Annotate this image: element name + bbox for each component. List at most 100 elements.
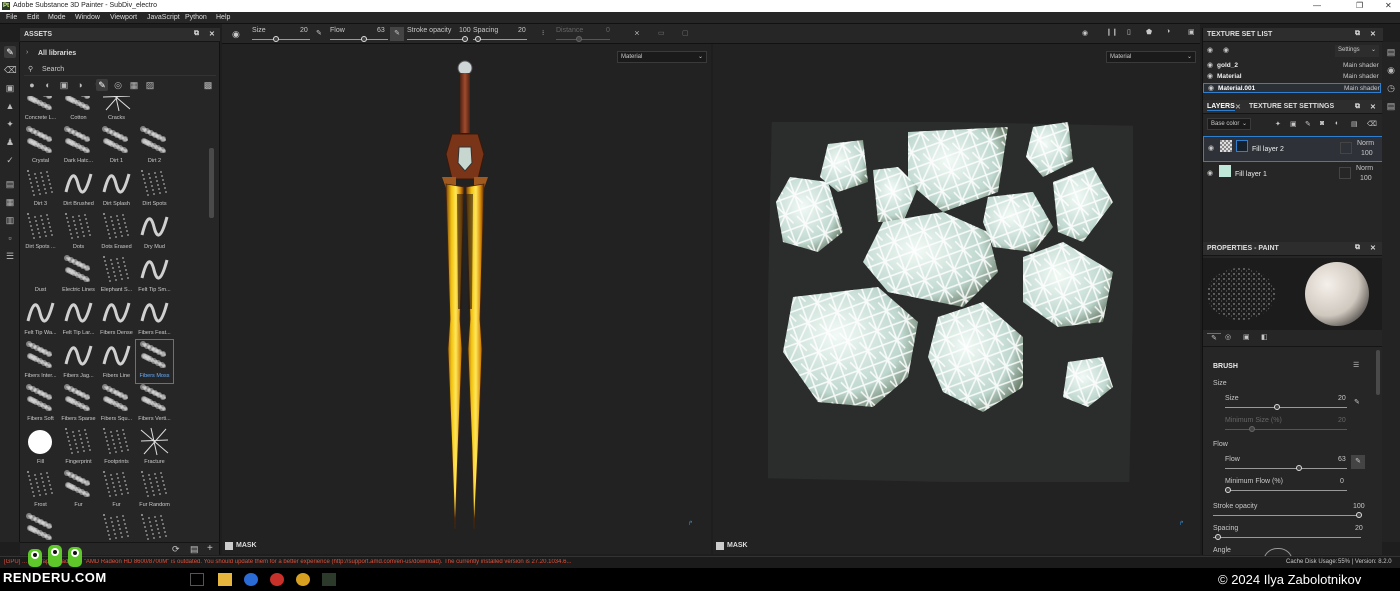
size-slider[interactable] <box>1225 407 1347 408</box>
layer-icon-slot[interactable] <box>1339 167 1351 179</box>
asset-item[interactable]: Electric Lines <box>60 254 97 297</box>
texture-set-row[interactable]: ◉ Material Main shader <box>1203 72 1381 82</box>
menu-python[interactable]: Python <box>185 14 207 21</box>
camera-mode-icon[interactable]: ⬟ <box>1146 28 1152 36</box>
symmetry-axis-icon[interactable]: ⨯ <box>634 29 640 37</box>
add-folder-icon[interactable]: ▤ <box>1351 120 1358 128</box>
asset-item[interactable]: Dirt 1 <box>98 125 135 168</box>
toolbar-stroke-knob[interactable] <box>462 36 468 42</box>
asset-item[interactable]: Fingerprint <box>60 426 97 469</box>
asset-item[interactable]: Fibers Squ... <box>98 383 135 426</box>
texture-set-row-selected[interactable]: ◉ Material.001 Main shader <box>1203 83 1381 93</box>
all-libraries[interactable]: All libraries <box>38 50 76 57</box>
assets-scrollbar[interactable] <box>209 148 214 218</box>
toolbar-flow-slider[interactable] <box>330 39 388 40</box>
asset-item[interactable]: Dots <box>60 211 97 254</box>
asset-item[interactable]: Fibers Feat... <box>136 297 173 340</box>
asset-item[interactable]: Crystal <box>22 125 59 168</box>
size-value[interactable]: 20 <box>1338 395 1346 402</box>
add-paint-layer-icon[interactable]: ✎ <box>1305 120 1311 128</box>
flow-pressure-icon[interactable]: ✎ <box>390 27 404 41</box>
float-panel-icon[interactable]: ⧉ <box>194 30 199 38</box>
search-input[interactable]: ⚲ Search <box>24 64 216 76</box>
shelf-icon[interactable]: ▤ <box>1385 46 1397 58</box>
texture-set-shader[interactable]: Main shader <box>1343 62 1379 69</box>
chevron-right-icon[interactable]: › <box>26 49 28 56</box>
add-icon[interactable]: + <box>207 543 213 554</box>
asset-item[interactable]: Dirt 2 <box>136 125 173 168</box>
toolbar-spacing-slider[interactable] <box>473 39 527 40</box>
asset-item[interactable]: Fibers Verti... <box>136 383 173 426</box>
polygon-fill-icon[interactable]: ▲ <box>4 100 16 112</box>
status-message[interactable]: [GPU] ... for graphics adapter "AMD Rade… <box>4 559 1264 565</box>
menu-edit[interactable]: Edit <box>27 14 39 21</box>
solo-icon[interactable]: ◉ <box>1223 46 1229 54</box>
float-panel-icon[interactable]: ⧉ <box>1355 103 1360 111</box>
close-panel-icon[interactable]: ✕ <box>209 30 215 38</box>
filter-particle-icon[interactable]: ◎ <box>112 79 124 91</box>
brush-preset-icon[interactable]: ☰ <box>1353 361 1359 369</box>
import-icon[interactable]: ▤ <box>190 544 199 555</box>
filter-brush-icon[interactable]: ✎ <box>96 79 108 91</box>
asset-item[interactable]: Fibers Line <box>98 340 135 383</box>
properties-scrollbar[interactable] <box>1376 350 1380 395</box>
asset-item[interactable]: Elephant S... <box>98 254 135 297</box>
asset-item[interactable]: Dirt Splash <box>98 168 135 211</box>
minimize-button[interactable]: — <box>1313 1 1321 10</box>
min-flow-knob[interactable] <box>1225 487 1231 493</box>
eye-icon[interactable]: ◉ <box>1208 144 1214 152</box>
layer-stack-icon[interactable]: ▤ <box>1385 100 1397 112</box>
toolbar-size-slider[interactable] <box>252 39 310 40</box>
asset-item[interactable]: Fibers Sparse <box>60 383 97 426</box>
yandex-icon[interactable] <box>270 573 284 586</box>
asset-item[interactable]: Footprints <box>98 426 135 469</box>
viewport-2d[interactable]: Material ⌄ ↱ MASK <box>713 44 1200 554</box>
float-panel-icon[interactable]: ⧉ <box>1355 30 1360 38</box>
layer-row-selected[interactable]: ◉ Fill layer 2 Norm 100 <box>1203 136 1383 162</box>
filter-environment-icon[interactable]: ▨ <box>144 79 156 91</box>
asset-item[interactable]: Fur <box>98 469 135 512</box>
task-view-icon[interactable] <box>190 573 204 586</box>
asset-item[interactable]: Dirt Brushed <box>60 168 97 211</box>
symmetry-icon[interactable]: ◉ <box>232 29 240 40</box>
min-flow-value[interactable]: 0 <box>1340 478 1344 485</box>
asset-item[interactable] <box>136 96 173 125</box>
mask-thumbnail[interactable] <box>1236 140 1248 152</box>
asset-item[interactable]: Fracture <box>136 426 173 469</box>
add-smart-material-icon[interactable]: ◐ <box>1335 120 1339 127</box>
viewport-3d-material-dropdown[interactable]: Material ⌄ <box>617 51 707 63</box>
flow-slider[interactable] <box>1225 468 1347 469</box>
toolbar-flow-value[interactable]: 63 <box>377 27 385 34</box>
asset-item[interactable] <box>136 512 173 542</box>
menu-mode[interactable]: Mode <box>48 14 66 21</box>
material-tab-icon[interactable]: ◎ <box>1225 333 1231 341</box>
asset-item[interactable]: Fibers Moss <box>135 339 174 384</box>
add-effect-icon[interactable]: ✦ <box>1275 120 1281 128</box>
spacing-value[interactable]: 20 <box>1355 525 1363 532</box>
visibility-icon[interactable]: ◉ <box>1207 46 1213 54</box>
asset-item[interactable]: Dust <box>22 254 59 297</box>
toolbar-size-value[interactable]: 20 <box>300 27 308 34</box>
lazy-mouse-icon[interactable]: ⁝ <box>542 29 544 37</box>
menu-viewport[interactable]: Viewport <box>110 14 137 21</box>
edge-icon[interactable] <box>244 573 258 586</box>
asset-item[interactable]: Dark Hatc... <box>60 125 97 168</box>
display-mode-icon[interactable]: ▯ <box>1127 28 1131 36</box>
mask-checkbox-2d[interactable] <box>716 542 724 550</box>
flow-value[interactable]: 63 <box>1338 456 1346 463</box>
grid-view-icon[interactable]: ▩ <box>202 79 214 91</box>
toolbar-stroke-value[interactable]: 100 <box>459 27 471 34</box>
clone-icon[interactable]: ♟ <box>4 136 16 148</box>
toolbar-stroke-slider[interactable] <box>407 39 467 40</box>
toolbar-flow-knob[interactable] <box>361 36 367 42</box>
float-panel-icon[interactable]: ⧉ <box>1355 244 1360 252</box>
wrap-icon[interactable]: ▢ <box>682 29 689 37</box>
filter-mask-icon[interactable]: ▣ <box>58 79 70 91</box>
layer-row[interactable]: ◉ Fill layer 1 Norm 100 <box>1203 162 1383 188</box>
asset-item[interactable]: Cotton <box>60 96 97 125</box>
mirror-icon[interactable]: ▭ <box>658 29 665 37</box>
brush-tab-icon[interactable]: ✎ <box>1207 333 1221 345</box>
color-picker-icon[interactable]: ✓ <box>4 154 16 166</box>
close-panel-icon[interactable]: ✕ <box>1370 103 1376 111</box>
asset-item[interactable]: Fibers Dense <box>98 297 135 340</box>
